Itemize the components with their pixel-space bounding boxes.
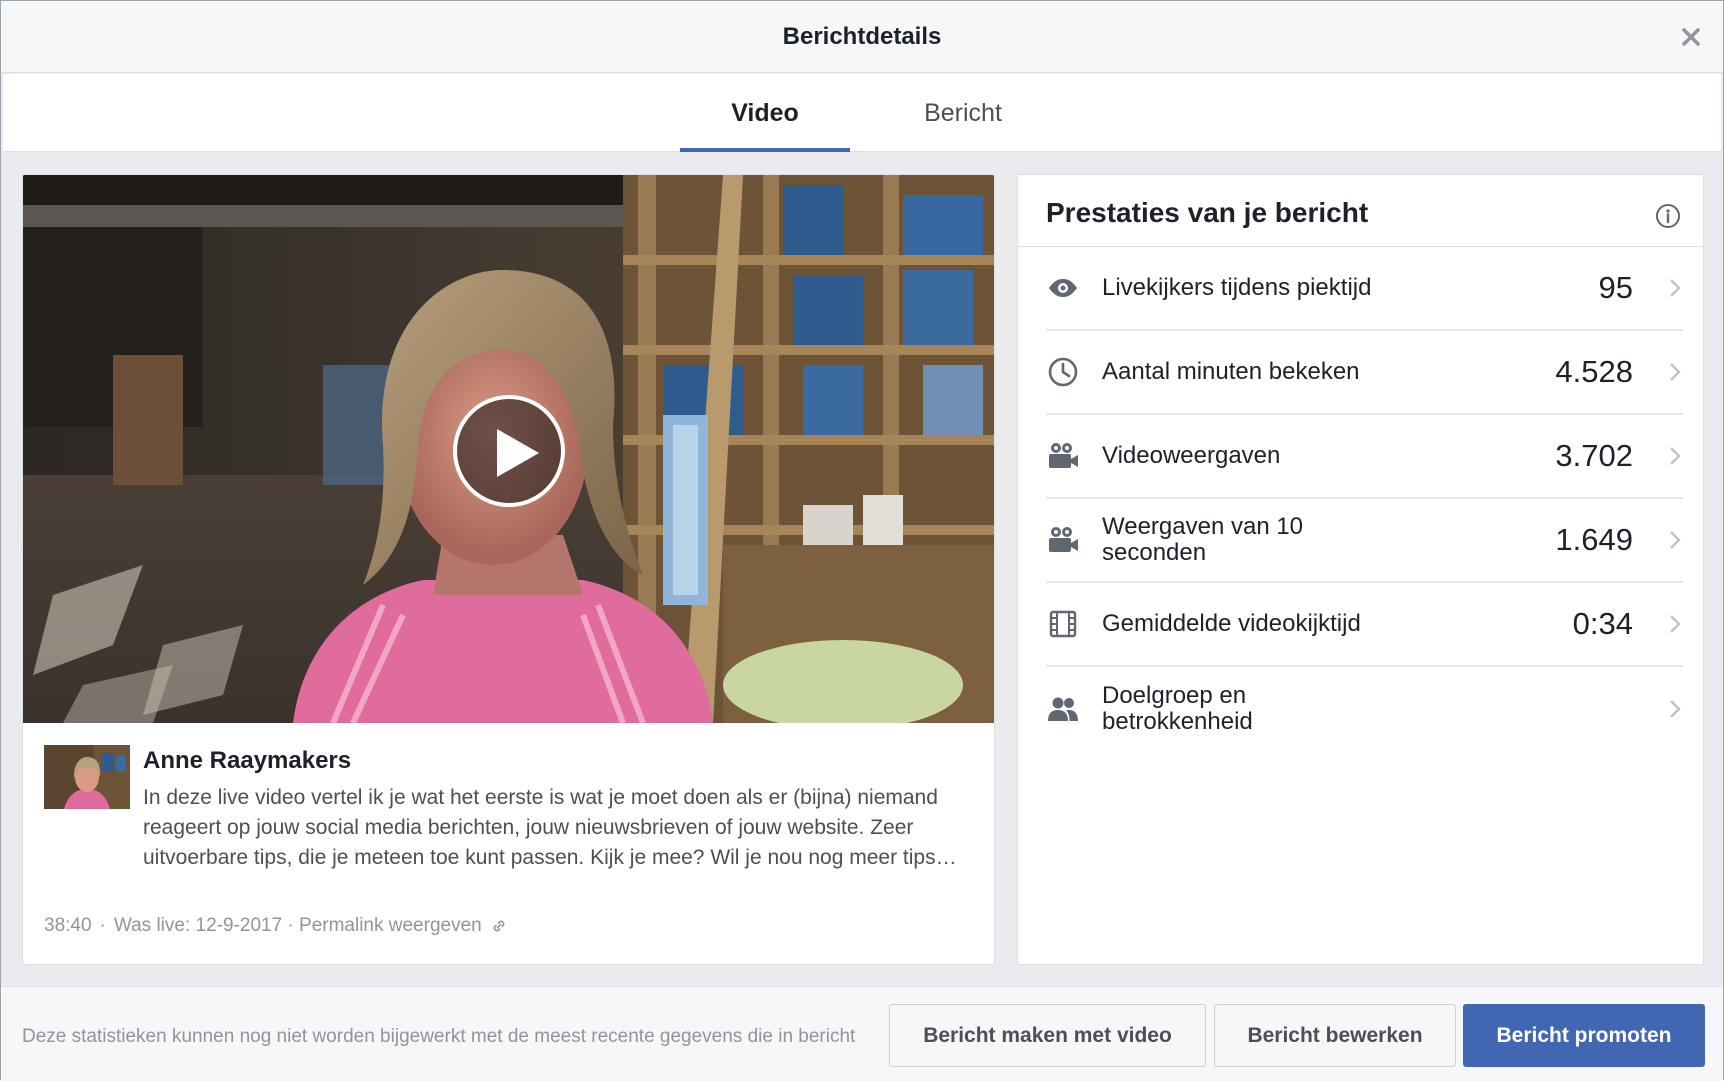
avatar[interactable] (44, 745, 130, 809)
post-info: Anne Raaymakers In deze live video verte… (23, 723, 994, 964)
people-icon (1046, 692, 1080, 726)
metric-value: 0:34 (1572, 606, 1633, 641)
chevron-right-icon (1670, 447, 1681, 465)
play-icon (497, 429, 539, 477)
performance-title: Prestaties van je bericht (1046, 197, 1369, 228)
active-tab-indicator (680, 148, 850, 152)
meta-separator: · (99, 915, 106, 936)
chevron-right-icon (1670, 531, 1681, 549)
edit-post-button[interactable]: Bericht bewerken (1214, 1004, 1456, 1067)
close-icon[interactable] (1677, 23, 1705, 51)
metric-row-10-second-views[interactable]: Weergaven van 10 seconden 1.649 (1046, 499, 1683, 583)
video-duration: 38:40 (44, 915, 92, 936)
film-icon (1046, 607, 1080, 641)
tab-bericht[interactable]: Bericht (883, 74, 1043, 152)
chevron-right-icon (1670, 279, 1681, 297)
chevron-right-icon (1670, 615, 1681, 633)
metric-row-video-views[interactable]: Videoweergaven 3.702 (1046, 415, 1683, 499)
video-camera-icon (1046, 523, 1080, 557)
dialog-title: Berichtdetails (782, 23, 942, 50)
tab-bar: Video Bericht (3, 74, 1721, 152)
tab-video[interactable]: Video (680, 74, 850, 152)
link-icon (493, 920, 505, 932)
metric-label: Doelgroep en betrokkenheid (1102, 682, 1253, 735)
metric-row-minutes-viewed[interactable]: Aantal minuten bekeken 4.528 (1046, 331, 1683, 415)
post-meta: 38:40 · Was live: 12-9-2017 · Permalink … (44, 915, 508, 937)
metric-row-avg-watch-time[interactable]: Gemiddelde videokijktijd 0:34 (1046, 583, 1683, 667)
video-camera-icon (1046, 439, 1080, 473)
clock-icon (1046, 355, 1080, 389)
permalink-link[interactable]: Was live: 12-9-2017 · Permalink weergeve… (114, 915, 482, 937)
stats-disclaimer: Deze statistieken kunnen nog niet worden… (22, 1026, 856, 1047)
chevron-right-icon (1670, 363, 1681, 381)
metric-row-peak-live-viewers[interactable]: Livekijkers tijdens piektijd 95 (1046, 247, 1683, 331)
metrics-list: Livekijkers tijdens piektijd 95 Aantal m… (1046, 247, 1683, 751)
chevron-right-icon (1670, 700, 1681, 718)
metric-label: Weergaven van 10 seconden (1102, 513, 1304, 566)
eye-icon (1046, 271, 1080, 305)
metric-label: Videoweergaven (1102, 442, 1281, 469)
dialog-footer: Deze statistieken kunnen nog niet worden… (1, 986, 1723, 1081)
post-author[interactable]: Anne Raaymakers (143, 747, 351, 775)
metric-row-audience-engagement[interactable]: Doelgroep en betrokkenheid (1046, 667, 1683, 751)
metric-label: Livekijkers tijdens piektijd (1102, 274, 1372, 301)
post-details-dialog: Berichtdetails Video Bericht Anne Raayma… (0, 0, 1724, 1081)
info-icon[interactable] (1655, 203, 1681, 229)
metric-label: Aantal minuten bekeken (1102, 358, 1360, 385)
metric-value: 95 (1598, 270, 1633, 305)
video-player[interactable] (23, 175, 994, 723)
create-post-with-video-button[interactable]: Bericht maken met video (889, 1004, 1206, 1067)
metric-value: 3.702 (1555, 438, 1633, 473)
promote-post-button[interactable]: Bericht promoten (1463, 1004, 1705, 1067)
metric-value: 1.649 (1555, 522, 1633, 557)
play-button[interactable] (453, 395, 565, 507)
metric-value: 4.528 (1555, 354, 1633, 389)
post-description: In deze live video vertel ik je wat het … (143, 786, 957, 869)
performance-card: Prestaties van je bericht Livekijkers ti… (1017, 174, 1704, 965)
metric-label: Gemiddelde videokijktijd (1102, 610, 1361, 637)
dialog-header: Berichtdetails (1, 1, 1723, 73)
video-post-card: Anne Raaymakers In deze live video verte… (22, 174, 995, 965)
